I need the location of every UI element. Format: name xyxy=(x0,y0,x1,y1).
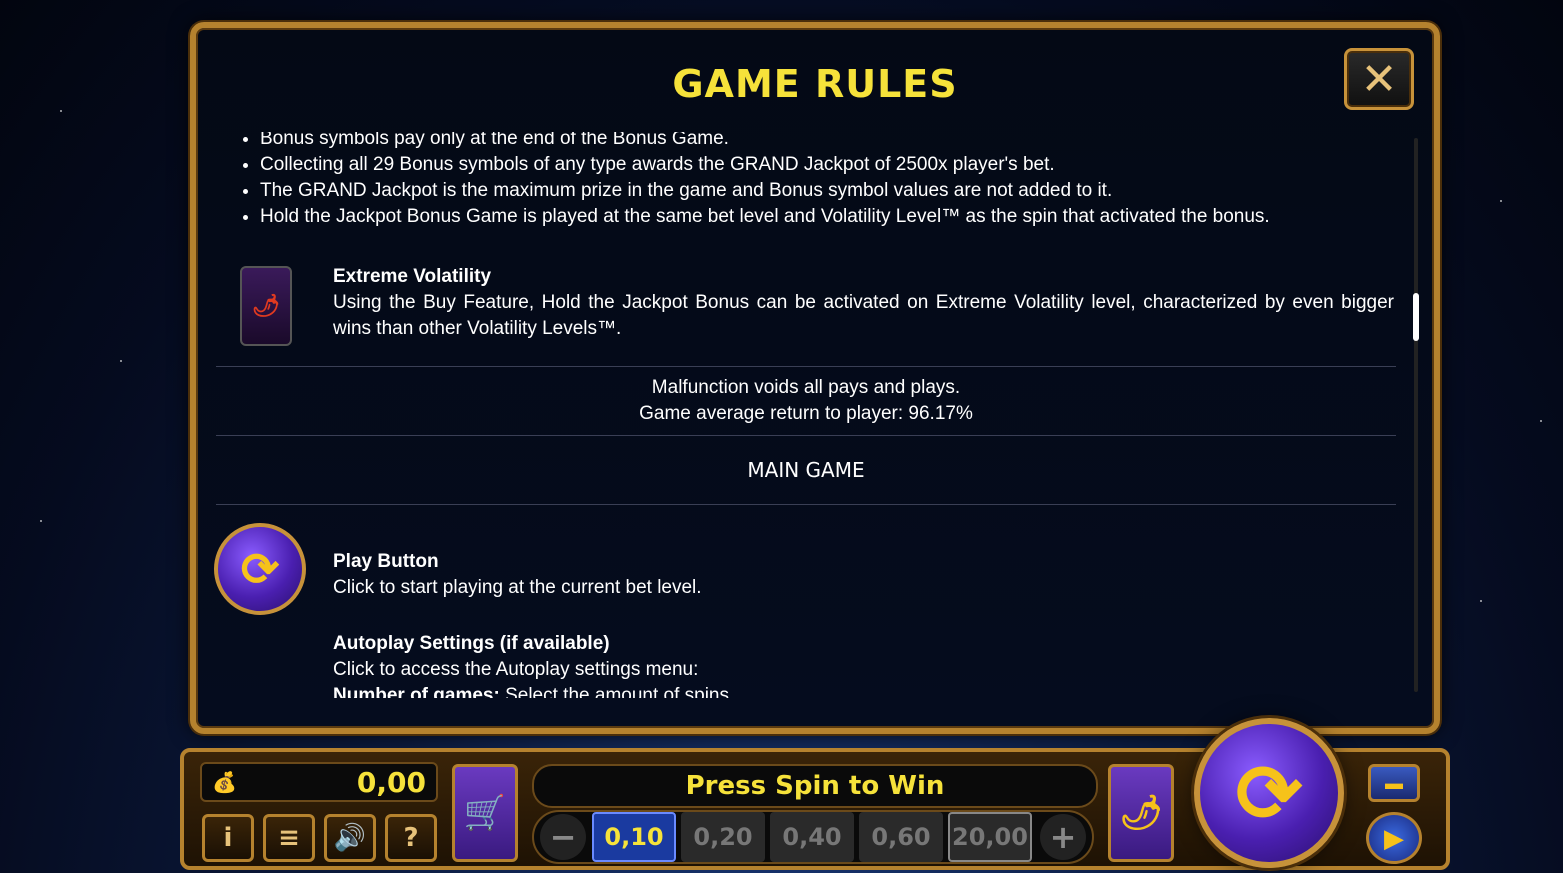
sound-button[interactable]: 🔊 xyxy=(324,814,376,862)
chili-card-icon: 🌶 xyxy=(240,266,292,346)
malfunction-text: Malfunction voids all pays and plays. xyxy=(651,377,961,398)
star xyxy=(40,520,42,522)
rules-scroll-area[interactable]: Bonus symbols pay only at the end of the… xyxy=(208,132,1404,698)
bonus-rules-list: Bonus symbols pay only at the end of the… xyxy=(208,132,1404,230)
bet-increase-button[interactable]: + xyxy=(1040,814,1086,860)
divider xyxy=(216,504,1396,505)
bet-decrease-button[interactable]: − xyxy=(540,814,586,860)
play-button-title: Play Button xyxy=(333,551,439,572)
autoplay-icon: ▶ xyxy=(1384,822,1404,853)
menu-button[interactable]: ≡ xyxy=(263,814,315,862)
autoplay-title: Autoplay Settings (if available) xyxy=(333,633,610,654)
chili-icon: 🌶 xyxy=(1119,794,1163,832)
bet-option[interactable]: 20,00 xyxy=(948,812,1032,862)
star xyxy=(1500,200,1502,202)
play-button-desc: Click to start playing at the current be… xyxy=(333,577,702,598)
balance-display: 💰 0,00 xyxy=(200,762,438,802)
spin-arrows-icon: ⟳ xyxy=(1235,748,1303,838)
star xyxy=(1480,600,1482,602)
minus-icon: − xyxy=(549,818,577,856)
plus-icon: + xyxy=(1049,818,1077,856)
rtp-text: Game average return to player: 96.17% xyxy=(639,403,973,424)
bet-option[interactable]: 0,20 xyxy=(681,812,765,862)
extreme-volatility-desc: Using the Buy Feature, Hold the Jackpot … xyxy=(333,292,1394,339)
rtp-block: Malfunction voids all pays and plays. Ga… xyxy=(208,367,1404,435)
help-button[interactable]: ? xyxy=(385,814,437,862)
balance-value: 0,00 xyxy=(356,765,426,799)
play-button-section: ⟳ Play Button Click to start playing at … xyxy=(208,523,1404,617)
close-button[interactable]: ✕ xyxy=(1344,48,1414,110)
list-item: Bonus symbols pay only at the end of the… xyxy=(260,132,1404,152)
list-item: Collecting all 29 Bonus symbols of any t… xyxy=(260,152,1404,178)
extreme-volatility-title: Extreme Volatility xyxy=(333,266,492,287)
buy-feature-button[interactable]: 🛒 xyxy=(452,764,518,862)
status-message: Press Spin to Win xyxy=(532,764,1098,808)
scrollbar-thumb[interactable] xyxy=(1413,293,1419,341)
bet-option[interactable]: 0,60 xyxy=(859,812,943,862)
main-game-heading: MAIN GAME xyxy=(747,458,865,482)
scrollbar[interactable] xyxy=(1413,138,1419,692)
spin-button[interactable]: ⟳ xyxy=(1194,718,1344,868)
autoplay-games-desc: Select the amount of spins xyxy=(505,685,730,698)
star xyxy=(1540,420,1542,422)
game-rules-modal: GAME RULES ✕ Bonus symbols pay only at t… xyxy=(190,22,1440,734)
bet-option[interactable]: 0,10 xyxy=(592,812,676,862)
turtle-icon: ▬ xyxy=(1385,772,1403,793)
autoplay-desc: Click to access the Autoplay settings me… xyxy=(333,659,699,680)
star xyxy=(120,360,122,362)
list-item: Hold the Jackpot Bonus Game is played at… xyxy=(260,204,1404,230)
menu-icon: ≡ xyxy=(278,823,300,853)
bet-option[interactable]: 0,40 xyxy=(770,812,854,862)
spin-arrows-icon: ⟳ xyxy=(214,523,306,615)
turbo-button[interactable]: ▬ xyxy=(1368,764,1420,802)
star xyxy=(60,110,62,112)
help-icon: ? xyxy=(403,823,419,853)
modal-title: GAME RULES xyxy=(672,62,958,106)
info-button[interactable]: i xyxy=(202,814,254,862)
volatility-button[interactable]: 🌶 xyxy=(1108,764,1174,862)
autoplay-games-row: Number of games: Select the amount of sp… xyxy=(333,683,1404,698)
autoplay-button[interactable]: ▶ xyxy=(1366,812,1422,864)
speaker-icon: 🔊 xyxy=(333,823,367,853)
money-bag-icon: 💰 xyxy=(212,771,237,794)
info-icon: i xyxy=(223,823,233,853)
extreme-volatility-section: 🌶 Extreme Volatility Using the Buy Featu… xyxy=(208,264,1404,348)
cart-icon: 🛒 xyxy=(463,794,507,832)
close-icon: ✕ xyxy=(1360,53,1398,105)
list-item: The GRAND Jackpot is the maximum prize i… xyxy=(260,178,1404,204)
autoplay-games-label: Number of games: xyxy=(333,685,500,698)
autoplay-section: Autoplay Settings (if available) Click t… xyxy=(208,631,1404,698)
